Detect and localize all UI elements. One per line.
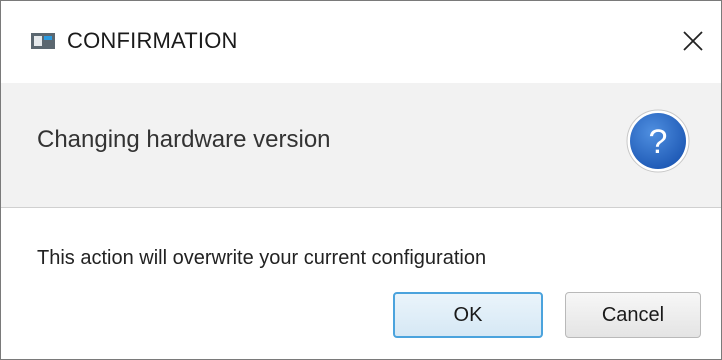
cancel-button[interactable]: Cancel (565, 292, 701, 338)
title-bar[interactable]: CONFIRMATION (1, 1, 721, 83)
app-icon (31, 33, 55, 49)
dialog-header: Changing hardware version ? (1, 83, 721, 208)
ok-button-label: OK (453, 303, 483, 326)
question-glyph: ? (649, 123, 668, 161)
confirmation-dialog: CONFIRMATION Changing hardware version ?… (0, 0, 722, 360)
ok-button[interactable]: OK (393, 292, 543, 338)
header-text: Changing hardware version (37, 126, 331, 153)
window-title: CONFIRMATION (67, 28, 238, 53)
close-icon (683, 31, 703, 51)
message-text: This action will overwrite your current … (37, 247, 487, 269)
close-button[interactable] (667, 15, 719, 67)
cancel-button-label: Cancel (601, 303, 665, 326)
question-icon: ? (626, 109, 690, 173)
